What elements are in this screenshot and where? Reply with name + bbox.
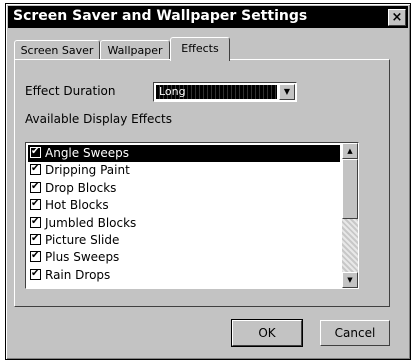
checkbox-icon[interactable] bbox=[30, 265, 41, 282]
list-item[interactable]: Dripping Paint bbox=[28, 160, 340, 179]
list-item[interactable]: Jumbled Blocks bbox=[28, 213, 340, 232]
tab-screen-saver[interactable]: Screen Saver bbox=[14, 40, 100, 60]
effects-listbox[interactable]: Angle Sweeps Dripping Paint Drop Blocks … bbox=[25, 142, 359, 289]
scroll-thumb[interactable] bbox=[342, 159, 358, 219]
list-item-label: Angle Sweeps bbox=[45, 146, 130, 160]
checkbox-icon[interactable] bbox=[30, 143, 41, 160]
list-item[interactable]: Angle Sweeps bbox=[28, 143, 340, 163]
arrow-down-icon: ▼ bbox=[347, 276, 353, 284]
checkbox-icon[interactable] bbox=[30, 178, 41, 195]
checkbox-icon[interactable] bbox=[30, 247, 41, 264]
tab-label: Wallpaper bbox=[107, 44, 163, 57]
close-button[interactable]: × bbox=[388, 9, 406, 26]
vertical-scrollbar[interactable]: ▲ ▼ bbox=[342, 143, 358, 288]
checkbox-icon[interactable] bbox=[30, 230, 41, 247]
list-item[interactable]: Picture Slide bbox=[28, 230, 340, 249]
scroll-up-button[interactable]: ▲ bbox=[342, 143, 358, 159]
list-item-label: Drop Blocks bbox=[45, 180, 117, 195]
effect-duration-label: Effect Duration bbox=[25, 84, 116, 98]
tab-effects[interactable]: Effects bbox=[170, 37, 230, 61]
list-item-label: Plus Sweeps bbox=[45, 250, 120, 265]
scroll-down-button[interactable]: ▼ bbox=[342, 272, 358, 288]
window-title: Screen Saver and Wallpaper Settings bbox=[13, 8, 308, 24]
list-item-label: Rain Drops bbox=[45, 267, 111, 282]
list-item[interactable]: Hot Blocks bbox=[28, 195, 340, 214]
arrow-up-icon: ▲ bbox=[347, 147, 353, 155]
effect-duration-value: Long bbox=[156, 85, 277, 99]
checkbox-icon[interactable] bbox=[30, 195, 41, 212]
title-bar[interactable]: Screen Saver and Wallpaper Settings × bbox=[8, 6, 408, 28]
list-item[interactable]: Rain Drops bbox=[28, 265, 340, 284]
list-item-label: Hot Blocks bbox=[45, 198, 109, 213]
effects-panel: Effect Duration Long ▼ Available Display… bbox=[14, 59, 390, 307]
list-item-label: Dripping Paint bbox=[45, 163, 130, 178]
tab-label: Effects bbox=[181, 42, 219, 55]
chevron-down-icon: ▼ bbox=[283, 87, 291, 96]
cancel-button[interactable]: Cancel bbox=[320, 320, 390, 346]
close-icon: × bbox=[391, 10, 403, 25]
checkbox-icon[interactable] bbox=[30, 160, 41, 177]
ok-button[interactable]: OK bbox=[231, 319, 303, 347]
list-item[interactable]: Drop Blocks bbox=[28, 178, 340, 197]
effects-list: Angle Sweeps Dripping Paint Drop Blocks … bbox=[28, 143, 340, 284]
list-item[interactable]: Plus Sweeps bbox=[28, 247, 340, 266]
tab-label: Screen Saver bbox=[20, 44, 94, 57]
list-item-label: Picture Slide bbox=[45, 232, 120, 247]
list-item-label: Jumbled Blocks bbox=[45, 215, 137, 230]
tab-wallpaper[interactable]: Wallpaper bbox=[100, 40, 170, 60]
checkbox-icon[interactable] bbox=[30, 213, 41, 230]
effect-duration-select[interactable]: Long ▼ bbox=[153, 82, 297, 102]
available-effects-label: Available Display Effects bbox=[25, 112, 172, 126]
dropdown-button[interactable]: ▼ bbox=[279, 84, 295, 100]
